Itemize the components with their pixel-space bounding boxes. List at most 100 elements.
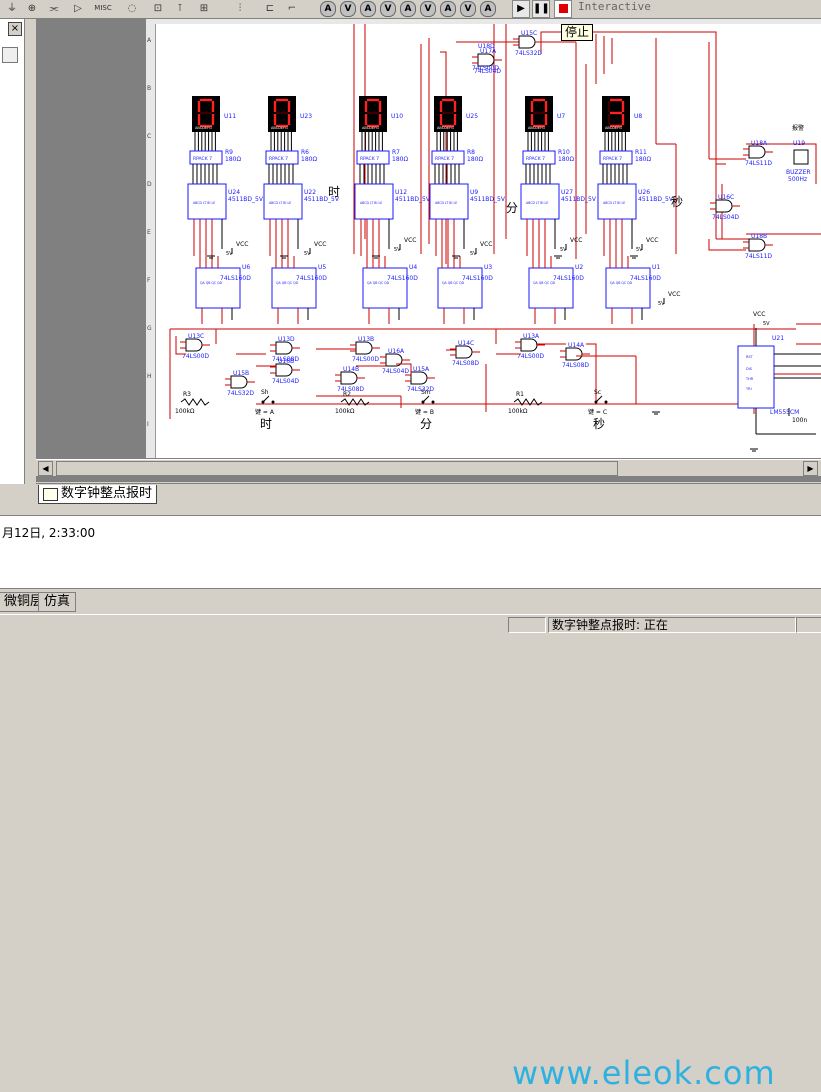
tab-simulation[interactable]: 仿真 [38, 592, 77, 612]
stop-button[interactable] [554, 0, 572, 18]
switch-contact [431, 400, 435, 404]
indicator-tool-icon[interactable]: ◌ [124, 1, 140, 16]
gate-part: 74LS04D [382, 368, 409, 375]
schematic-drawing: ABCDEFGU11RPACK 7R9180ΩABCD LT BI LEU244… [169, 24, 821, 452]
instrument-3-icon[interactable]: V [380, 1, 396, 17]
interactive-mode-label[interactable]: Interactive [578, 0, 651, 13]
decoder-part: 4511BD_5V [228, 196, 264, 203]
instrument-6-icon[interactable]: A [440, 1, 456, 17]
v5-label: 5V [763, 321, 770, 327]
gate-ref: U13B [358, 336, 374, 343]
gate-ref: U18A [751, 140, 768, 147]
rf-tool-icon[interactable]: ⊺ [172, 1, 188, 16]
ground-icon [207, 255, 215, 259]
instrument-8-icon[interactable]: A [480, 1, 496, 17]
timer-pins: DIS [746, 367, 753, 371]
switch-contact [421, 400, 425, 404]
instrument-0-icon[interactable]: A [320, 1, 336, 17]
rpack-part: RPACK 7 [435, 156, 454, 162]
gate-ref: U13A [523, 333, 540, 340]
tab-document-label: 数字钟整点报时 [61, 486, 153, 501]
gate-part: 74LS04D [272, 378, 299, 385]
switch-key: 键 = C [588, 408, 607, 416]
ground-tool-icon[interactable]: ⏚ [4, 1, 20, 16]
unit-second: 秒 [671, 195, 683, 209]
rpack-part: RPACK 7 [603, 156, 622, 162]
instrument-5-icon[interactable]: V [420, 1, 436, 17]
ruler-letters: A B C D E F G H I [147, 37, 152, 428]
source-tool-icon[interactable]: ⊕ [24, 1, 40, 16]
counter-part: 74LS160D [296, 275, 327, 282]
hierarchy-tool-icon[interactable]: ⊏ [262, 1, 278, 16]
resistor-val: 100kΩ [335, 408, 355, 415]
status-cell-end [796, 617, 821, 633]
electromech-tool-icon[interactable]: ⊞ [196, 1, 212, 16]
logic-gate [185, 338, 203, 352]
mixed-tool-icon[interactable]: ⊡ [150, 1, 166, 16]
close-icon[interactable]: × [8, 22, 22, 36]
ruler-letter: F [147, 277, 151, 284]
logic-gate [565, 347, 583, 361]
switch-ref: Sc [594, 389, 601, 396]
splitter[interactable] [0, 505, 821, 515]
capacitor-val: 100n [792, 417, 807, 424]
counter [437, 267, 483, 309]
vcc-label: VCC [570, 237, 582, 244]
horizontal-scrollbar[interactable]: ◀ ▶ [36, 459, 821, 476]
misc-tool-button[interactable]: MISC [92, 1, 114, 16]
rpack-ref: R8 [467, 149, 475, 156]
logic-gate [518, 35, 536, 49]
instrument-2-icon[interactable]: A [360, 1, 376, 17]
instrument-7-icon[interactable]: V [460, 1, 476, 17]
gate-part: 74LS04D [712, 214, 739, 221]
pause-button[interactable]: ❚❚ [532, 0, 550, 18]
instrument-1-icon[interactable]: V [340, 1, 356, 17]
run-button[interactable]: ▶ [512, 0, 530, 18]
results-panel: 月12日, 2:33:00 www.eleok.com [0, 515, 821, 1092]
decoder-part: 4511BD_5V [638, 196, 674, 203]
toolbar: ⏚ ⊕ ⫘ ▷ MISC ◌ ⊡ ⊺ ⊞ ⫶ ⊏ ⌐ AVAVAVAVA ▶ ❚… [0, 0, 821, 19]
display-pins: ABCDEFG [528, 126, 545, 130]
ruler-letter: I [147, 421, 149, 428]
unit-hour: 时 [328, 185, 340, 199]
stop-tooltip: 停止 [561, 24, 594, 41]
counter-part: 74LS160D [220, 275, 251, 282]
ground-icon [452, 255, 460, 259]
gate-ref: U18D [478, 43, 495, 50]
ground-icon [280, 255, 288, 259]
hierarchy-icon[interactable] [2, 47, 18, 63]
scroll-right-icon[interactable]: ▶ [803, 461, 818, 476]
gate-part: 74LS00D [352, 356, 379, 363]
gate-ref: U14B [343, 366, 359, 373]
basic-tool-icon[interactable]: ⫘ [46, 1, 62, 16]
schematic-canvas[interactable]: ABCDEFG U11 RPACK 7 R9 180Ω ABCD LT BI LE U24 4… [156, 24, 821, 458]
counter-part: 74LS160D [553, 275, 584, 282]
vcc-label: VCC [236, 241, 248, 248]
bus-tool-icon[interactable]: ⫶ [232, 1, 248, 16]
instrument-4-icon[interactable]: A [400, 1, 416, 17]
connector-tool-icon[interactable]: ⌐ [284, 1, 300, 16]
scroll-left-icon[interactable]: ◀ [38, 461, 53, 476]
vcc-label: VCC [314, 241, 326, 248]
switch-key: 键 = A [255, 408, 275, 416]
instrument-buttons: AVAVAVAVA [320, 0, 496, 18]
gate-ref: U13D [278, 336, 295, 343]
logic-gate [748, 238, 766, 252]
rpack-ref: R7 [392, 149, 400, 156]
gate-ref: U14A [568, 342, 585, 349]
timer-pins: THR [745, 377, 754, 381]
tab-document[interactable]: 数字钟整点报时 [38, 485, 158, 504]
logic-gate [455, 345, 473, 359]
logic-gate [520, 338, 538, 352]
rpack-part: RPACK 7 [360, 156, 379, 162]
counter [605, 267, 651, 309]
gate-ref: U15A [413, 366, 430, 373]
decoder-part: 4511BD_5V [470, 196, 506, 203]
resistor [180, 398, 210, 406]
switch-contact [594, 400, 598, 404]
diode-tool-icon[interactable]: ▷ [70, 1, 86, 16]
counter-ref: U3 [484, 264, 492, 271]
resistor-ref: R3 [183, 391, 191, 398]
scroll-thumb[interactable] [56, 461, 618, 476]
rpack-val: 180Ω [467, 156, 483, 163]
